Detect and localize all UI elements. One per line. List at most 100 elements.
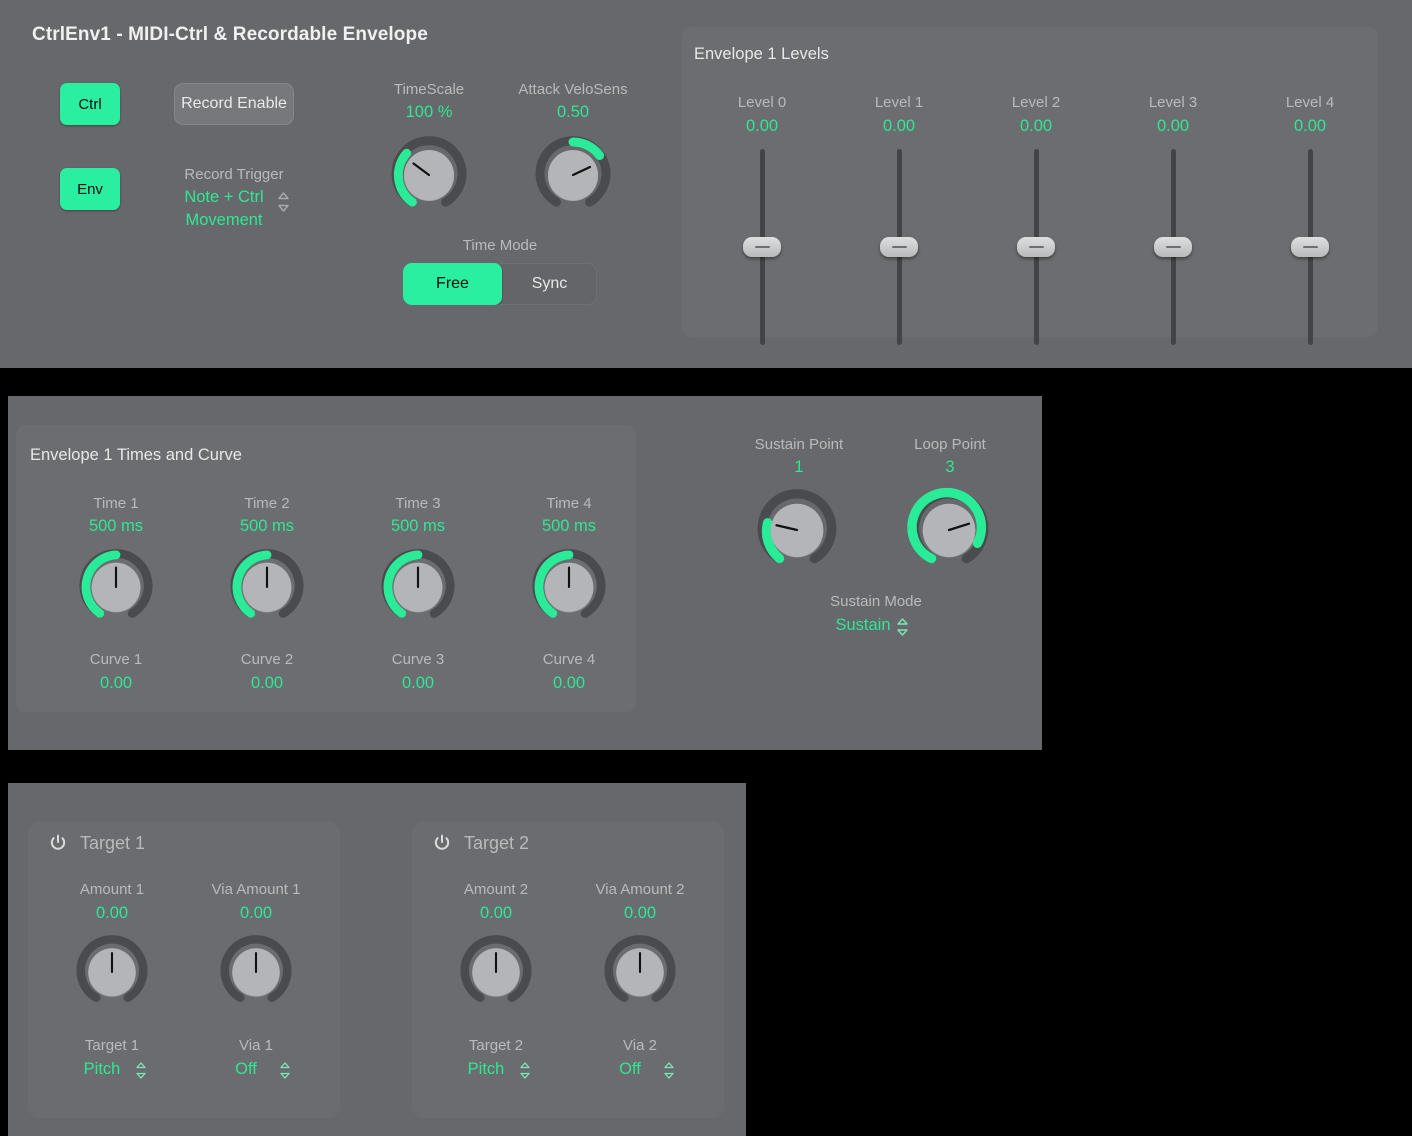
target-1-select-label: Target 1 (50, 1037, 174, 1054)
target-2-select-label: Target 2 (434, 1037, 558, 1054)
level-2-slider[interactable] (1009, 149, 1063, 345)
curve-4-value[interactable]: 0.00 (501, 674, 637, 693)
chevron-updown-icon[interactable] (896, 617, 909, 639)
amount-1-value[interactable]: 0.00 (50, 904, 174, 923)
level-1-slider[interactable] (872, 149, 926, 345)
record-enable-label: Record Enable (181, 95, 287, 113)
level-0-label: Level 0 (693, 94, 831, 111)
via-amount-1-label: Via Amount 1 (192, 881, 320, 898)
sustain-point-value[interactable]: 1 (730, 458, 868, 477)
time-4-knob[interactable] (531, 549, 607, 625)
level-3-slider-thumb[interactable] (1154, 237, 1192, 257)
via-amount-2-label: Via Amount 2 (576, 881, 704, 898)
via-amount-2-knob[interactable] (603, 935, 677, 1009)
time-3-label: Time 3 (350, 495, 486, 512)
level-4-label: Level 4 (1241, 94, 1379, 111)
time-3-value[interactable]: 500 ms (350, 517, 486, 536)
level-1-value[interactable]: 0.00 (830, 117, 968, 136)
time-mode-option-free[interactable]: Free (403, 263, 502, 305)
amount-2-value[interactable]: 0.00 (434, 904, 558, 923)
amount-1-knob[interactable] (75, 935, 149, 1009)
level-2-label: Level 2 (967, 94, 1105, 111)
curve-3-value[interactable]: 0.00 (350, 674, 486, 693)
chevron-updown-icon[interactable] (135, 1061, 148, 1083)
sustain-point-knob[interactable] (756, 489, 838, 571)
level-0-slider-thumb[interactable] (743, 237, 781, 257)
ctrl-button-label: Ctrl (78, 96, 101, 113)
envelope-levels-title: Envelope 1 Levels (694, 45, 829, 64)
level-0-value[interactable]: 0.00 (693, 117, 831, 136)
level-3-value[interactable]: 0.00 (1104, 117, 1242, 136)
env-button[interactable]: Env (60, 168, 120, 210)
level-2-value[interactable]: 0.00 (967, 117, 1105, 136)
envelope-times-title: Envelope 1 Times and Curve (30, 446, 242, 465)
plugin-window: CtrlEnv1 - MIDI-Ctrl & Recordable Envelo… (0, 0, 1412, 1136)
timescale-label: TimeScale (369, 81, 489, 98)
time-2-knob[interactable] (229, 549, 305, 625)
level-1-label: Level 1 (830, 94, 968, 111)
timescale-knob[interactable] (390, 136, 468, 214)
loop-point-knob[interactable] (908, 489, 990, 571)
level-2-slider-thumb[interactable] (1017, 237, 1055, 257)
sustain-point-label: Sustain Point (730, 436, 868, 453)
via-amount-2-value[interactable]: 0.00 (576, 904, 704, 923)
time-4-label: Time 4 (501, 495, 637, 512)
time-1-label: Time 1 (48, 495, 184, 512)
curve-2-value[interactable]: 0.00 (199, 674, 335, 693)
level-4-slider[interactable] (1283, 149, 1337, 345)
curve-1-label: Curve 1 (48, 651, 184, 668)
loop-point-label: Loop Point (881, 436, 1019, 453)
record-trigger-label: Record Trigger (174, 166, 294, 183)
sustain-mode-value[interactable]: Sustain (770, 616, 956, 635)
time-4-value[interactable]: 500 ms (501, 517, 637, 536)
via-amount-1-knob[interactable] (219, 935, 293, 1009)
power-icon[interactable] (433, 834, 451, 852)
chevron-updown-icon[interactable] (663, 1061, 676, 1083)
target-1-header: Target 1 (80, 833, 145, 854)
level-3-label: Level 3 (1104, 94, 1242, 111)
chevron-updown-icon[interactable] (519, 1061, 532, 1083)
level-3-slider[interactable] (1146, 149, 1200, 345)
level-4-value[interactable]: 0.00 (1241, 117, 1379, 136)
sustain-mode-label: Sustain Mode (783, 593, 969, 610)
time-mode-option-sync-label: Sync (532, 275, 568, 293)
attack-velosens-label: Attack VeloSens (503, 81, 643, 98)
target-2-panel: Target 2 Amount 2 0.00 Target 2 Pitch (412, 821, 724, 1118)
time-mode-option-free-label: Free (436, 275, 469, 293)
level-4-slider-thumb[interactable] (1291, 237, 1329, 257)
chevron-updown-icon[interactable] (277, 191, 290, 213)
time-3-knob[interactable] (380, 549, 456, 625)
amount-2-knob[interactable] (459, 935, 533, 1009)
level-1-slider-thumb[interactable] (880, 237, 918, 257)
curve-3-label: Curve 3 (350, 651, 486, 668)
loop-point-value[interactable]: 3 (881, 458, 1019, 477)
time-mode-option-sync[interactable]: Sync (502, 263, 597, 305)
time-2-label: Time 2 (199, 495, 335, 512)
attack-velosens-value[interactable]: 0.50 (503, 103, 643, 122)
curve-2-label: Curve 2 (199, 651, 335, 668)
time-1-knob[interactable] (78, 549, 154, 625)
record-enable-button[interactable]: Record Enable (174, 83, 294, 125)
middle-panel: Envelope 1 Times and Curve Time 1 500 ms… (8, 396, 1042, 750)
envelope-levels-panel: Envelope 1 Levels Level 0 0.00 Level 1 0… (682, 27, 1378, 337)
attack-velosens-knob[interactable] (534, 136, 612, 214)
via-2-select-label: Via 2 (576, 1037, 704, 1054)
via-amount-1-value[interactable]: 0.00 (192, 904, 320, 923)
ctrl-button[interactable]: Ctrl (60, 83, 120, 125)
time-1-value[interactable]: 500 ms (48, 517, 184, 536)
record-trigger-value-line1[interactable]: Note + Ctrl (174, 188, 274, 207)
amount-2-label: Amount 2 (434, 881, 558, 898)
record-trigger-value-line2[interactable]: Movement (174, 211, 274, 230)
level-0-slider[interactable] (735, 149, 789, 345)
top-panel: CtrlEnv1 - MIDI-Ctrl & Recordable Envelo… (0, 0, 1412, 368)
timescale-value[interactable]: 100 % (369, 103, 489, 122)
page-title: CtrlEnv1 - MIDI-Ctrl & Recordable Envelo… (32, 24, 428, 46)
target-2-header: Target 2 (464, 833, 529, 854)
bottom-panel: Target 1 Amount 1 0.00 Target 1 Pitch (8, 783, 746, 1136)
chevron-updown-icon[interactable] (279, 1061, 292, 1083)
time-2-value[interactable]: 500 ms (199, 517, 335, 536)
time-mode-segmented[interactable]: Free Sync (403, 263, 597, 305)
curve-4-label: Curve 4 (501, 651, 637, 668)
power-icon[interactable] (49, 834, 67, 852)
curve-1-value[interactable]: 0.00 (48, 674, 184, 693)
